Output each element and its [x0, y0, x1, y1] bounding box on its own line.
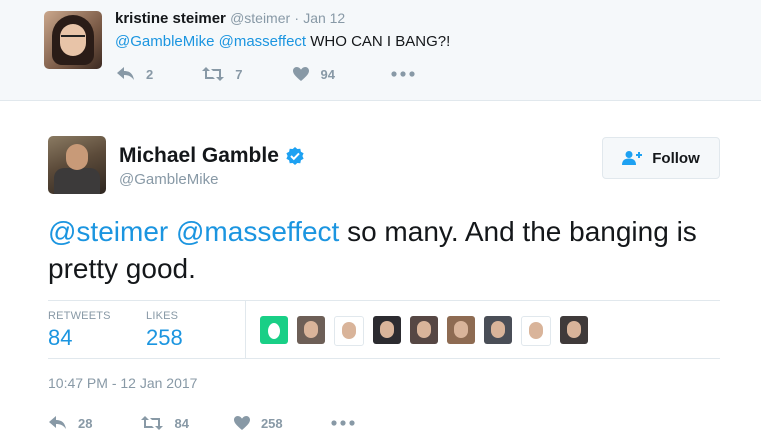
more-button[interactable] [331, 419, 355, 427]
parent-tweet-text: @GambleMike @masseffect WHO CAN I BANG?! [115, 33, 450, 50]
likers-list [260, 316, 597, 346]
user-handle[interactable]: @steimer [230, 10, 290, 26]
liker-avatar[interactable] [560, 316, 588, 344]
user-handle[interactable]: @GambleMike [119, 171, 218, 188]
separator: · [294, 10, 300, 26]
reply-count: 2 [146, 66, 154, 82]
retweet-button[interactable]: 84 [140, 415, 189, 431]
liker-avatar[interactable] [297, 316, 325, 344]
mention-link[interactable]: @masseffect [176, 216, 339, 247]
more-icon [391, 71, 415, 77]
reply-count: 28 [78, 415, 93, 431]
heart-icon [293, 67, 310, 81]
verified-badge-icon [286, 147, 304, 165]
reply-button[interactable]: 2 [116, 66, 153, 82]
add-user-icon [622, 151, 643, 165]
reply-icon [117, 67, 134, 80]
egg-icon [268, 323, 280, 339]
divider [245, 301, 246, 358]
mention-link[interactable]: @steimer [48, 216, 168, 247]
liker-avatar[interactable] [410, 316, 438, 344]
retweet-count: 7 [235, 66, 243, 82]
retweet-button[interactable]: 7 [201, 66, 242, 82]
reply-button[interactable]: 28 [48, 415, 92, 431]
retweets-label: RETWEETS [48, 310, 111, 322]
retweet-icon [202, 67, 225, 81]
tweet-text: @steimer @masseffect so many. And the ba… [48, 213, 718, 287]
follow-button[interactable]: Follow [602, 137, 720, 179]
tweet-date[interactable]: Jan 12 [303, 10, 345, 26]
parent-tweet-header: kristine steimer @steimer · Jan 12 [115, 10, 345, 27]
follow-label: Follow [652, 149, 700, 167]
tweet-body: WHO CAN I BANG?! [310, 33, 451, 50]
user-name[interactable]: kristine steimer [115, 10, 226, 27]
tweet-timestamp[interactable]: 10:47 PM - 12 Jan 2017 [48, 375, 197, 391]
avatar[interactable] [44, 11, 102, 69]
avatar[interactable] [48, 136, 106, 194]
user-name-text: Michael Gamble [119, 144, 279, 167]
user-name[interactable]: Michael Gamble [119, 144, 305, 168]
like-count: 258 [260, 415, 283, 431]
tweet-stats: RETWEETS 84 LIKES 258 [48, 300, 720, 359]
parent-tweet[interactable]: kristine steimer @steimer · Jan 12 @Gamb… [0, 0, 761, 101]
liker-avatar[interactable] [373, 316, 401, 344]
like-count: 94 [320, 66, 335, 82]
more-icon [331, 420, 355, 426]
liker-avatar[interactable] [334, 316, 364, 346]
mention-link[interactable]: @masseffect [219, 33, 306, 50]
mention-link[interactable]: @GambleMike [115, 33, 214, 50]
liker-avatar-default[interactable] [260, 316, 288, 344]
likes-stat[interactable]: LIKES 258 [146, 310, 183, 351]
tweet-actions: 28 84 258 [48, 415, 355, 431]
liker-avatar[interactable] [521, 316, 551, 346]
reply-icon [49, 416, 66, 429]
like-button[interactable]: 258 [233, 415, 283, 431]
parent-tweet-actions: 2 7 94 [116, 66, 415, 82]
liker-avatar[interactable] [484, 316, 512, 344]
retweets-stat[interactable]: RETWEETS 84 [48, 310, 111, 351]
like-button[interactable]: 94 [292, 66, 335, 82]
likes-label: LIKES [146, 310, 179, 322]
likes-value: 258 [146, 325, 183, 350]
retweet-count: 84 [174, 415, 189, 431]
retweets-value: 84 [48, 325, 73, 350]
retweet-icon [141, 416, 164, 430]
more-button[interactable] [391, 70, 415, 78]
heart-icon [233, 416, 250, 430]
liker-avatar[interactable] [447, 316, 475, 344]
